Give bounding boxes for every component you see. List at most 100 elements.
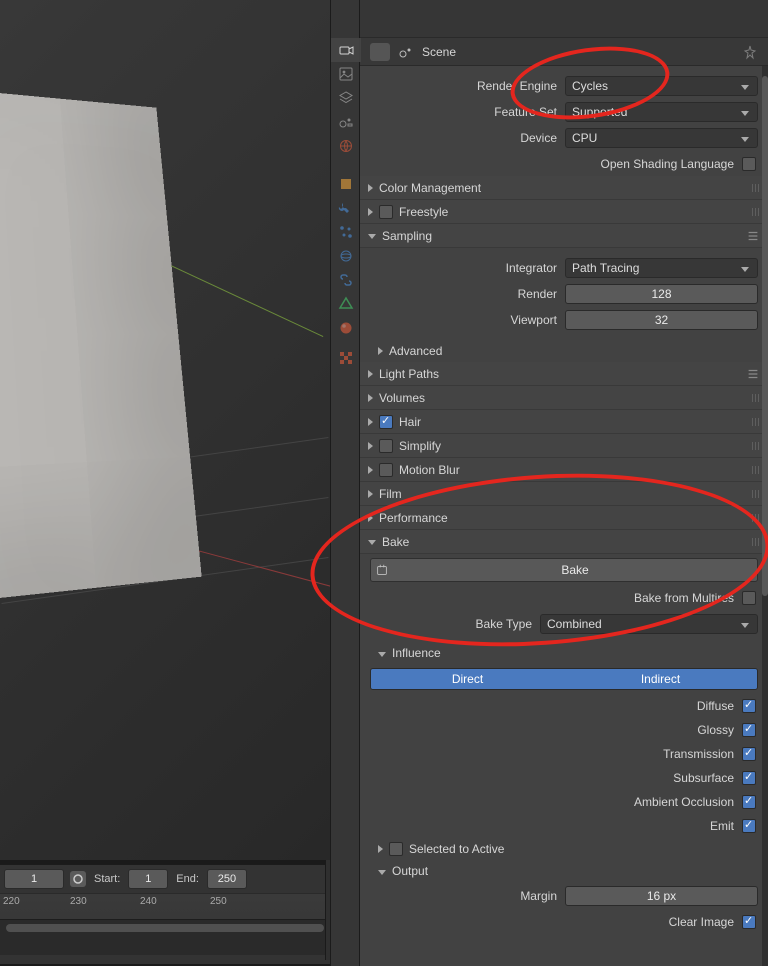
osl-checkbox[interactable] bbox=[742, 157, 756, 171]
ao-checkbox[interactable] bbox=[742, 795, 756, 809]
modifier-tab[interactable] bbox=[331, 196, 361, 220]
integrator-label: Integrator bbox=[370, 261, 565, 275]
viewport-3d[interactable] bbox=[0, 0, 330, 860]
bake-button[interactable]: Bake bbox=[370, 558, 758, 582]
view-layer-tab[interactable] bbox=[331, 86, 361, 110]
timeline-tick: 250 bbox=[210, 896, 227, 907]
timeline-ruler[interactable]: 220 230 240 250 bbox=[0, 893, 330, 919]
material-tab[interactable] bbox=[331, 316, 361, 340]
bake-multires-checkbox[interactable] bbox=[742, 591, 756, 605]
start-frame-field[interactable]: 1 bbox=[128, 869, 168, 889]
render-tab[interactable] bbox=[331, 38, 361, 62]
integrator-select[interactable]: Path Tracing bbox=[565, 258, 758, 278]
pin-icon[interactable] bbox=[742, 44, 758, 60]
panel-hair[interactable]: Hair bbox=[360, 410, 768, 434]
bake-type-label: Bake Type bbox=[370, 617, 540, 631]
diffuse-checkbox[interactable] bbox=[742, 699, 756, 713]
keyframe-icon[interactable] bbox=[70, 871, 86, 887]
cube-mesh[interactable] bbox=[0, 88, 202, 602]
emit-label: Emit bbox=[710, 819, 734, 833]
timeline-tick: 220 bbox=[3, 896, 20, 907]
simplify-checkbox[interactable] bbox=[379, 439, 393, 453]
physics-tab[interactable] bbox=[331, 244, 361, 268]
influence-direct[interactable]: Direct bbox=[371, 669, 564, 689]
panel-bake[interactable]: Bake bbox=[360, 530, 768, 554]
vertical-scrollbar[interactable] bbox=[762, 66, 768, 966]
start-label: Start: bbox=[92, 873, 122, 885]
render-samples-label: Render bbox=[370, 287, 565, 301]
particles-tab[interactable] bbox=[331, 220, 361, 244]
panel-film[interactable]: Film bbox=[360, 482, 768, 506]
device-label: Device bbox=[370, 131, 565, 145]
data-path-dropdown[interactable] bbox=[370, 43, 390, 61]
panel-performance[interactable]: Performance bbox=[360, 506, 768, 530]
render-engine-label: Render Engine bbox=[370, 79, 565, 93]
bake-type-select[interactable]: Combined bbox=[540, 614, 758, 634]
transmission-checkbox[interactable] bbox=[742, 747, 756, 761]
properties-tabs bbox=[330, 0, 360, 966]
bake-icon bbox=[375, 563, 389, 577]
panel-sampling[interactable]: Sampling bbox=[360, 224, 768, 248]
hair-checkbox[interactable] bbox=[379, 415, 393, 429]
freestyle-checkbox[interactable] bbox=[379, 205, 393, 219]
motion-blur-checkbox[interactable] bbox=[379, 463, 393, 477]
texture-tab[interactable] bbox=[331, 346, 361, 370]
end-label: End: bbox=[174, 873, 201, 885]
scene-icon bbox=[398, 44, 414, 60]
render-samples-field[interactable]: 128 bbox=[565, 284, 758, 304]
margin-field[interactable]: 16 px bbox=[565, 886, 758, 906]
panel-simplify[interactable]: Simplify bbox=[360, 434, 768, 458]
breadcrumb-title: Scene bbox=[422, 45, 456, 59]
viewport-samples-field[interactable]: 32 bbox=[565, 310, 758, 330]
timeline-scrollbar[interactable] bbox=[6, 924, 324, 932]
influence-indirect[interactable]: Indirect bbox=[564, 669, 757, 689]
subsurface-label: Subsurface bbox=[673, 771, 734, 785]
subpanel-selected-to-active[interactable]: Selected to Active bbox=[360, 838, 768, 860]
mesh-data-tab[interactable] bbox=[331, 292, 361, 316]
object-tab[interactable] bbox=[331, 172, 361, 196]
subsurface-checkbox[interactable] bbox=[742, 771, 756, 785]
panel-freestyle[interactable]: Freestyle bbox=[360, 200, 768, 224]
timeline-track[interactable] bbox=[0, 919, 330, 955]
clear-image-label: Clear Image bbox=[669, 915, 734, 929]
influence-direct-indirect[interactable]: Direct Indirect bbox=[370, 668, 758, 690]
timeline-tick: 230 bbox=[70, 896, 87, 907]
world-tab[interactable] bbox=[331, 134, 361, 158]
device-select[interactable]: CPU bbox=[565, 128, 758, 148]
properties-body: Render Engine Cycles Feature Set Support… bbox=[360, 66, 768, 966]
bake-button-label: Bake bbox=[393, 563, 757, 577]
breadcrumb: Scene bbox=[360, 38, 768, 66]
list-options-icon[interactable] bbox=[746, 367, 760, 381]
timeline-tick: 240 bbox=[140, 896, 157, 907]
scene-tab[interactable] bbox=[331, 110, 361, 134]
osl-label: Open Shading Language bbox=[601, 157, 734, 171]
output-tab[interactable] bbox=[331, 62, 361, 86]
diffuse-label: Diffuse bbox=[697, 699, 734, 713]
feature-set-select[interactable]: Supported bbox=[565, 102, 758, 122]
current-frame-field[interactable]: 1 bbox=[4, 869, 64, 889]
feature-set-label: Feature Set bbox=[370, 105, 565, 119]
end-frame-field[interactable]: 250 bbox=[207, 869, 247, 889]
transmission-label: Transmission bbox=[663, 747, 734, 761]
properties-panel: Scene Render Engine Cycles Feature Set S… bbox=[330, 0, 768, 966]
margin-label: Margin bbox=[370, 889, 565, 903]
subpanel-advanced[interactable]: Advanced bbox=[360, 340, 768, 362]
subpanel-output[interactable]: Output bbox=[360, 860, 768, 882]
glossy-checkbox[interactable] bbox=[742, 723, 756, 737]
panel-volumes[interactable]: Volumes bbox=[360, 386, 768, 410]
constraints-tab[interactable] bbox=[331, 268, 361, 292]
clear-image-checkbox[interactable] bbox=[742, 915, 756, 929]
panel-color-management[interactable]: Color Management bbox=[360, 176, 768, 200]
emit-checkbox[interactable] bbox=[742, 819, 756, 833]
subpanel-influence[interactable]: Influence bbox=[360, 642, 768, 664]
header-strip bbox=[360, 0, 768, 38]
selected-to-active-checkbox[interactable] bbox=[389, 842, 403, 856]
viewport-samples-label: Viewport bbox=[370, 313, 565, 327]
list-options-icon[interactable] bbox=[746, 229, 760, 243]
scrollbar-thumb[interactable] bbox=[762, 76, 768, 596]
render-engine-select[interactable]: Cycles bbox=[565, 76, 758, 96]
panel-light-paths[interactable]: Light Paths bbox=[360, 362, 768, 386]
ao-label: Ambient Occlusion bbox=[634, 795, 734, 809]
panel-motion-blur[interactable]: Motion Blur bbox=[360, 458, 768, 482]
timeline[interactable]: 1 Start: 1 End: 250 220 230 240 250 bbox=[0, 864, 330, 964]
